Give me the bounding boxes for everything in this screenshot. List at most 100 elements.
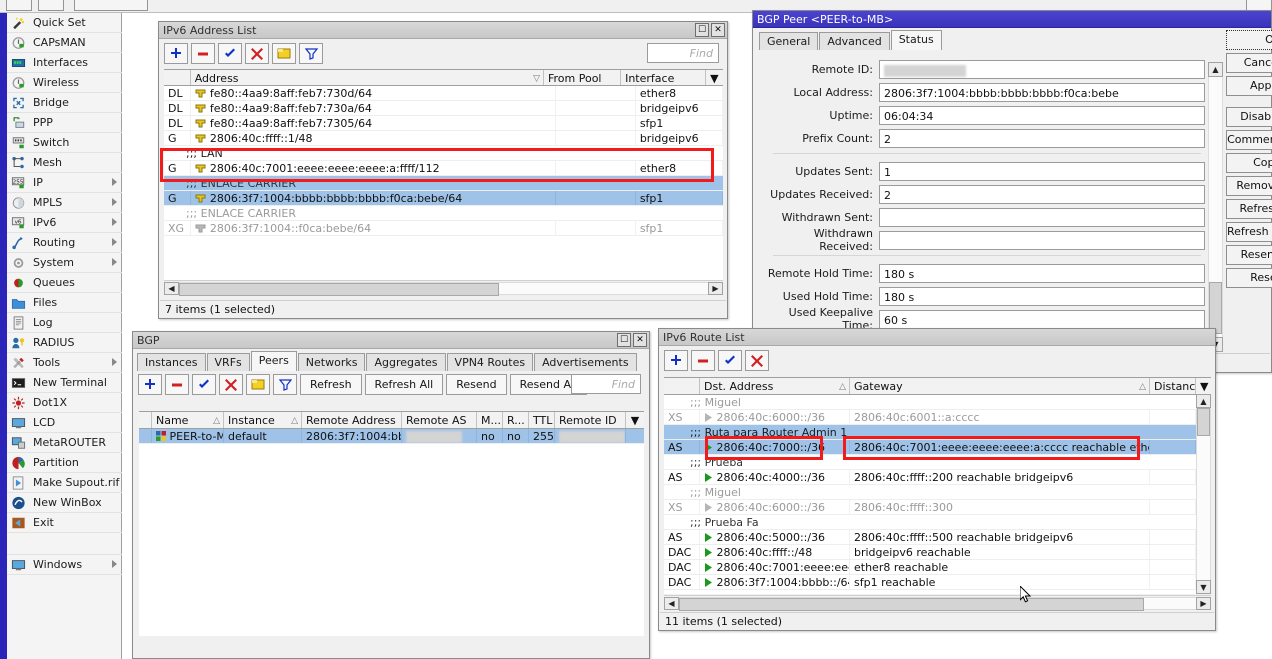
add-button[interactable] [164,43,188,64]
column-flags[interactable] [139,412,152,428]
disable-button[interactable] [245,43,269,64]
column-flags[interactable] [664,378,700,394]
withdrawn-received-input[interactable] [879,231,1205,250]
local-address-input[interactable]: 2806:3f7:1004:bbbb:bbbb:bbbb:f0ca:bebe [879,83,1205,102]
table-row[interactable]: G 2806:3f7:1004:bbbb:bbbb:bbbb:f0ca:bebe… [164,191,723,206]
top-toolbar-button-1[interactable] [6,0,32,11]
scroll-thumb[interactable] [1197,408,1210,436]
column-name[interactable]: Name △ [152,412,224,428]
tab-instances[interactable]: Instances [137,353,206,371]
tab-vpn4-routes[interactable]: VPN4 Routes [447,353,534,371]
sidebar-item-new-winbox[interactable]: New WinBox [7,493,122,513]
column-multihop[interactable]: M... [477,412,503,428]
remote-hold-time-input[interactable]: 180 s [879,264,1205,283]
scroll-left-button[interactable]: ◀ [164,282,179,295]
enable-button[interactable] [218,43,242,64]
copy-button[interactable]: Copy [1226,153,1272,173]
sidebar-item-log[interactable]: Log [7,313,122,333]
tab-aggregates[interactable]: Aggregates [366,353,445,371]
table-row[interactable]: XG 2806:3f7:1004::f0ca:bebe/64 sfp1 [164,221,723,236]
table-row[interactable]: AS 2806:40c:5000::/36 2806:40c:ffff::500… [664,530,1211,545]
column-menu-button[interactable]: ▼ [626,412,644,428]
close-icon[interactable]: ✕ [711,23,725,37]
resend-button[interactable]: Resend [446,374,506,395]
sidebar-item-windows[interactable]: Windows [7,555,122,575]
bgp-peer-titlebar[interactable]: BGP Peer <PEER-to-MB> [753,11,1271,28]
scroll-thumb[interactable] [679,598,1144,611]
prefix-count-input[interactable]: 2 [879,129,1205,148]
tab-general[interactable]: General [759,32,818,50]
table-row[interactable]: XS 2806:40c:6000::/36 2806:40c:6001::a:c… [664,410,1211,425]
disable-button[interactable] [219,374,243,395]
find-input[interactable]: Find [647,43,719,63]
remove-button[interactable]: Remove [1226,176,1272,196]
scroll-thumb[interactable] [179,283,499,296]
column-interface[interactable]: Interface [621,70,706,85]
tab-peers[interactable]: Peers [251,351,297,371]
sidebar-item-ip[interactable]: 255 IP [7,173,122,193]
apply-button[interactable]: Apply [1226,76,1272,96]
add-button[interactable] [664,350,688,371]
table-row[interactable]: PEER-to-MB default 2806:3f7:1004:bb... n… [139,429,644,444]
ipv6-route-hscrollbar[interactable]: ◀ ▶ [664,595,1211,610]
sidebar-item-system[interactable]: System [7,253,122,273]
table-row[interactable]: DL fe80::4aa9:8aff:feb7:730d/64 ether8 [164,86,723,101]
column-remote-id[interactable]: Remote ID [555,412,626,428]
scroll-right-button[interactable]: ▶ [1196,597,1211,610]
column-instance[interactable]: Instance △ [224,412,302,428]
scroll-track[interactable] [1196,408,1211,580]
column-remote-address[interactable]: Remote Address [302,412,402,428]
sidebar-item-bridge[interactable]: Bridge [7,93,122,113]
uptime-input[interactable]: 06:04:34 [879,106,1205,125]
column-menu-button[interactable]: ▼ [706,70,723,85]
sidebar-item-lcd[interactable]: LCD [7,413,122,433]
sidebar-item-ipv6[interactable]: v6 IPv6 [7,213,122,233]
column-rr[interactable]: R... [503,412,529,428]
table-row[interactable]: DAC 2806:40c:7001:eeee:eee.. ether8 reac… [664,560,1211,575]
sidebar-item-mesh[interactable]: Mesh [7,153,122,173]
tab-advertisements[interactable]: Advertisements [534,353,636,371]
table-row[interactable]: AS 2806:40c:7000::/36 2806:40c:7001:eeee… [664,440,1211,455]
scroll-thumb[interactable] [1209,282,1222,334]
remove-button[interactable] [691,350,715,371]
scroll-up-button[interactable]: ▲ [1208,62,1223,77]
enable-button[interactable] [192,374,216,395]
scroll-track[interactable] [679,597,1196,610]
withdrawn-sent-input[interactable] [879,208,1205,227]
tab-vrfs[interactable]: VRFs [207,353,250,371]
table-row[interactable]: AS 2806:40c:4000::/36 2806:40c:ffff::200… [664,470,1211,485]
column-from-pool[interactable]: From Pool [544,70,621,85]
comment-button[interactable]: Comment [1226,130,1272,150]
table-row[interactable]: G 2806:40c:ffff::1/48 bridgeipv6 [164,131,723,146]
bgp-titlebar[interactable]: BGP ☐ ✕ [133,332,649,349]
disable-button[interactable] [745,350,769,371]
scroll-track[interactable] [1208,77,1223,337]
refresh-button[interactable]: Refresh [1226,199,1272,219]
disable-button[interactable]: Disable [1226,107,1272,127]
refresh-button[interactable]: Refresh [300,374,362,395]
column-dst-address[interactable]: Dst. Address △ [700,378,850,394]
comment-button[interactable] [272,43,296,64]
sidebar-item-interfaces[interactable]: Interfaces [7,53,122,73]
sidebar-item-radius[interactable]: RADIUS [7,333,122,353]
scroll-left-button[interactable]: ◀ [664,597,679,610]
table-row[interactable]: DAC 2806:40c:ffff::/48 bridgeipv6 reacha… [664,545,1211,560]
column-remote-as[interactable]: Remote AS [402,412,477,428]
sidebar-item-mpls[interactable]: MPLS [7,193,122,213]
top-toolbar-button-2[interactable] [38,0,64,11]
sidebar-item-quick-set[interactable]: Quick Set [7,13,122,33]
sidebar-item-tools[interactable]: Tools [7,353,122,373]
maximize-icon[interactable]: ☐ [617,333,631,347]
add-button[interactable] [138,374,162,395]
column-menu-button[interactable]: ▼ [1196,378,1211,394]
tab-advanced[interactable]: Advanced [819,32,889,50]
scroll-track[interactable] [179,282,708,295]
remove-button[interactable] [165,374,189,395]
updates-received-input[interactable]: 2 [879,185,1205,204]
comment-row[interactable]: ;;; Miguel [664,485,1211,500]
table-row[interactable]: DL fe80::4aa9:8aff:feb7:7305/64 sfp1 [164,116,723,131]
table-row[interactable]: DAC 2806:3f7:1004:bbbb::/64 sfp1 reachab… [664,575,1211,590]
find-input[interactable]: Find [571,374,641,394]
sidebar-item-wireless[interactable]: Wireless [7,73,122,93]
refresh-all-button[interactable]: Refresh All [365,374,444,395]
